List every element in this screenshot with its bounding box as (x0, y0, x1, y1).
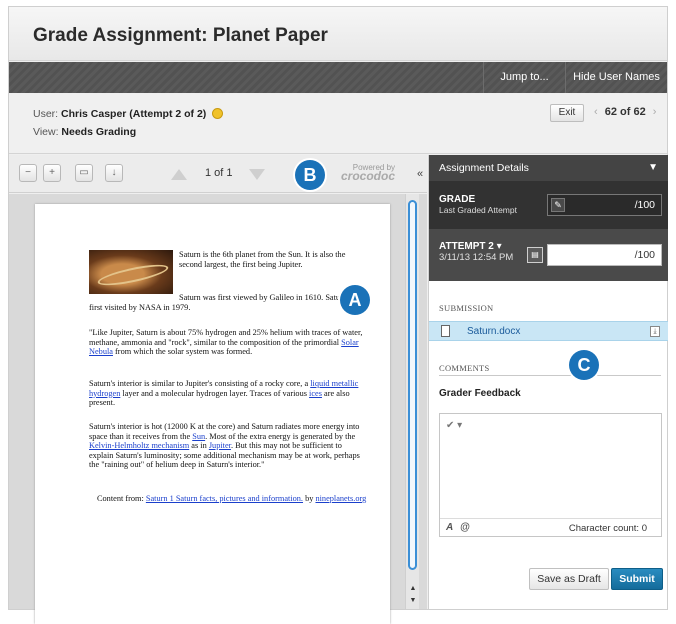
doc-paragraph-3: "Like Jupiter, Saturn is about 75% hydro… (89, 328, 363, 357)
viewer-toolbar: − + ▭ ↓ 1 of 1 Powered by crocodoc « (9, 155, 427, 193)
grade-label: GRADE Last Graded Attempt (439, 194, 517, 215)
grade-value: /100 (634, 199, 655, 211)
download-doc-icon[interactable]: ↓ (105, 164, 123, 182)
link-jupiter[interactable]: Jupiter (209, 441, 231, 450)
next-arrow-icon[interactable]: › (653, 106, 657, 118)
save-as-draft-button[interactable]: Save as Draft (529, 568, 609, 590)
view-line: View: Needs Grading (33, 126, 136, 138)
panel-title: Assignment Details (439, 162, 529, 174)
pencil-icon[interactable]: ✎ (551, 198, 565, 212)
view-label: View: (33, 126, 59, 138)
assignment-details-panel: Assignment Details ▼ GRADE Last Graded A… (428, 155, 668, 609)
grade-assignment-window: Grade Assignment: Planet Paper Jump to..… (8, 6, 668, 624)
action-bar: Jump to... Hide User Names (9, 62, 667, 93)
chevron-down-icon[interactable]: ▼ (648, 155, 658, 181)
brand-text: crocodoc (341, 169, 396, 183)
attempt-dropdown-icon[interactable]: ▾ (497, 241, 502, 252)
attempt-detail-icon[interactable]: ▤ (527, 247, 543, 263)
download-icon[interactable]: ⤓ (650, 326, 660, 337)
collapse-viewer-button[interactable]: « (413, 165, 427, 183)
zoom-in-icon[interactable]: + (43, 164, 61, 182)
user-name: Chris Casper (Attempt 2 of 2) (61, 108, 207, 120)
editor-footer: A @ Character count: 0 (440, 518, 661, 536)
spellcheck-icon[interactable]: ✔ ▾ (446, 420, 462, 431)
user-label: User: (33, 108, 59, 120)
attempt-status-icon (212, 108, 224, 119)
file-name[interactable]: Saturn.docx (467, 326, 520, 337)
user-info-area: User: Chris Casper (Attempt 2 of 2) View… (9, 94, 667, 154)
scrollbar-thumb[interactable] (408, 200, 417, 570)
comment-icon[interactable]: ▭ (75, 164, 93, 182)
doc-paragraph-5: Saturn's interior is hot (12000 K at the… (89, 422, 360, 470)
attempt-section: ATTEMPT 2 ▾ 3/11/13 12:54 PM ▤ /100 (429, 229, 668, 281)
saturn-image (89, 250, 173, 294)
callout-c: C (569, 350, 599, 380)
viewer-scrollbar[interactable]: ▲ ▼ (405, 194, 419, 609)
feedback-editor[interactable]: ✔ ▾ A @ Character count: 0 (439, 413, 662, 537)
grade-field[interactable]: ✎ /100 (547, 194, 662, 216)
crocodoc-logo: Powered by crocodoc (341, 163, 396, 183)
page-indicator: 1 of 1 (205, 167, 233, 179)
exit-button[interactable]: Exit (550, 104, 584, 122)
comments-label: COMMENTS (439, 363, 490, 373)
previous-page-icon[interactable] (171, 169, 187, 180)
character-count: Character count: 0 (568, 523, 647, 534)
doc-paragraph-2: Saturn was first viewed by Galileo in 16… (89, 293, 362, 312)
next-page-icon[interactable] (249, 169, 265, 180)
zoom-out-icon[interactable]: − (19, 164, 37, 182)
document-viewer: Saturn is the 6th planet from the Sun. I… (9, 194, 427, 624)
doc-paragraph-6: Content from: Saturn 1 Saturn facts, pic… (97, 494, 367, 503)
attachment-icon[interactable]: @ (460, 522, 470, 533)
text-format-icon[interactable]: A (446, 522, 453, 533)
file-icon (441, 325, 450, 337)
attempt-grade-input[interactable]: /100 (547, 244, 662, 266)
link-kelvin-helmholtz[interactable]: Kelvin-Helmholtz mechanism (89, 441, 189, 450)
link-ices[interactable]: ices (309, 389, 322, 398)
grader-feedback-label: Grader Feedback (439, 388, 521, 399)
pager-position: 62 of 62 (604, 106, 646, 118)
callout-a: A (340, 285, 370, 315)
grade-section: GRADE Last Graded Attempt ✎ /100 (429, 181, 668, 229)
grade-sub-label: Last Graded Attempt (439, 205, 517, 215)
link-nineplanets[interactable]: nineplanets.org (315, 494, 366, 503)
scroll-down-icon[interactable]: ▼ (407, 596, 419, 606)
attempt-pager: ‹ 62 of 62 › (594, 106, 656, 118)
doc-intro: Saturn is the 6th planet from the Sun. I… (179, 250, 346, 269)
submission-label: SUBMISSION (439, 303, 494, 313)
submit-button[interactable]: Submit (611, 568, 663, 590)
document-page: Saturn is the 6th planet from the Sun. I… (35, 204, 390, 624)
doc-paragraph-4: Saturn's interior is similar to Jupiter'… (89, 379, 359, 408)
user-line: User: Chris Casper (Attempt 2 of 2) (33, 108, 224, 120)
attempt-date: 3/11/13 12:54 PM (439, 252, 514, 263)
panel-header[interactable]: Assignment Details ▼ (429, 155, 668, 181)
link-sun[interactable]: Sun (192, 432, 205, 441)
attempt-label: ATTEMPT 2 ▾ 3/11/13 12:54 PM (439, 241, 514, 263)
view-value: Needs Grading (61, 126, 137, 138)
submission-file-row[interactable]: Saturn.docx ⤓ (429, 321, 668, 341)
link-saturn-facts[interactable]: Saturn 1 Saturn facts, pictures and info… (146, 494, 303, 503)
page-title: Grade Assignment: Planet Paper (33, 25, 328, 46)
previous-arrow-icon[interactable]: ‹ (594, 106, 598, 118)
title-bar: Grade Assignment: Planet Paper (9, 7, 667, 61)
comments-divider (439, 375, 661, 376)
scroll-up-icon[interactable]: ▲ (407, 584, 419, 594)
jump-to-button[interactable]: Jump to... (483, 62, 565, 93)
callout-b: B (295, 160, 325, 190)
hide-user-names-button[interactable]: Hide User Names (565, 62, 667, 93)
